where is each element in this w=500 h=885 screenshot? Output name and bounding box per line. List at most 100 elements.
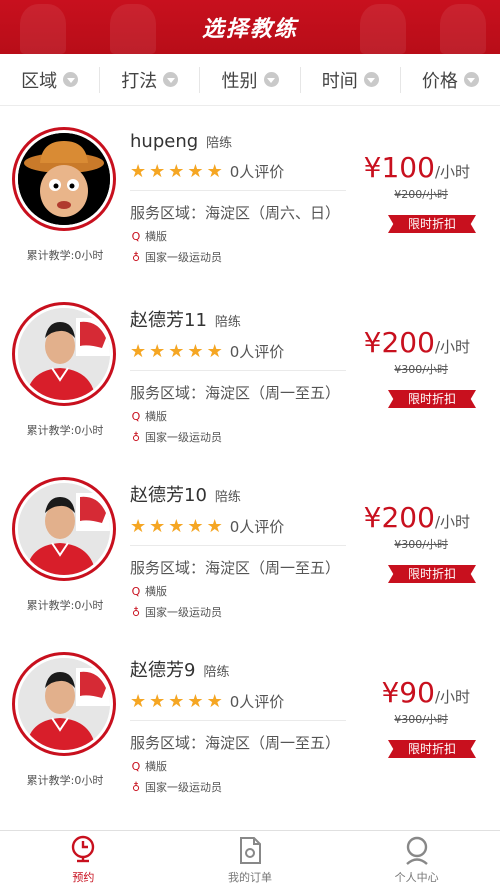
coach-name: 赵德芳11 bbox=[130, 310, 207, 331]
star-icon: ★ bbox=[130, 160, 147, 182]
star-icon: ★ bbox=[206, 340, 223, 362]
filter-area[interactable]: 区域 bbox=[0, 66, 101, 93]
filter-play-style[interactable]: 打法 bbox=[100, 66, 201, 93]
total-teaching-hours: 累计教学:0小时 bbox=[26, 599, 104, 612]
level-row: ♁ 国家一级运动员 bbox=[130, 779, 346, 795]
tab-label: 我的订单 bbox=[228, 871, 272, 884]
star-icon: ★ bbox=[149, 690, 166, 712]
filter-time[interactable]: 时间 bbox=[301, 66, 401, 93]
filter-label: 时间 bbox=[321, 70, 358, 92]
medal-icon: ♁ bbox=[131, 250, 141, 264]
discount-badge: 限时折扣 bbox=[388, 565, 476, 583]
filter-label: 区域 bbox=[21, 70, 58, 92]
service-area: 服务区域：海淀区（周六、日） bbox=[130, 204, 341, 222]
app-header: 选择教练 bbox=[0, 0, 500, 54]
service-area: 服务区域：海淀区（周一至五） bbox=[130, 734, 341, 752]
play-style: 横版 bbox=[145, 410, 167, 423]
athlete-level: 国家一级运动员 bbox=[145, 431, 222, 444]
price-block: ¥200/小时 ¥300/小时 限时折扣 bbox=[350, 501, 476, 583]
medal-icon: ♁ bbox=[131, 430, 141, 444]
avatar[interactable] bbox=[12, 127, 116, 231]
star-icon: ★ bbox=[187, 690, 204, 712]
star-icon: ★ bbox=[168, 515, 185, 537]
avatar[interactable] bbox=[12, 652, 116, 756]
filter-gender[interactable]: 性别 bbox=[200, 66, 301, 93]
avatar[interactable] bbox=[12, 477, 116, 581]
star-icon: ★ bbox=[149, 340, 166, 362]
review-count: 0人评价 bbox=[229, 343, 285, 361]
original-price: ¥300/小时 bbox=[394, 713, 448, 726]
racket-icon: Q bbox=[131, 759, 141, 773]
chevron-down-icon bbox=[363, 72, 379, 87]
price-unit: /小时 bbox=[434, 513, 470, 531]
filter-price[interactable]: 价格 bbox=[401, 67, 500, 93]
filter-bar: 区域 打法 性别 时间 价格 bbox=[0, 54, 500, 106]
star-icon: ★ bbox=[206, 160, 223, 182]
coach-photo-image bbox=[18, 483, 110, 575]
chevron-down-icon bbox=[63, 72, 79, 87]
rating-row: ★ ★ ★ ★ ★ 0人评价 bbox=[130, 516, 346, 546]
racket-icon: Q bbox=[131, 409, 141, 423]
level-row: ♁ 国家一级运动员 bbox=[130, 249, 346, 265]
coach-card[interactable]: 累计教学:0小时 赵德芳9 陪练 ★ ★ ★ ★ ★ 0人评价 服务区域：海淀区（周一至… bbox=[0, 632, 500, 807]
bottom-tabbar: 预约 我的订单 个人中心 bbox=[0, 830, 500, 885]
star-icon: ★ bbox=[187, 160, 204, 182]
tab-profile[interactable]: 个人中心 bbox=[333, 831, 500, 885]
chevron-down-icon bbox=[163, 72, 179, 87]
avatar-image bbox=[18, 308, 110, 400]
star-icon: ★ bbox=[168, 340, 185, 362]
original-price: ¥200/小时 bbox=[394, 188, 448, 201]
price-unit: /小时 bbox=[434, 338, 470, 356]
price-value: ¥200 bbox=[363, 326, 435, 359]
play-style: 横版 bbox=[145, 760, 167, 773]
rating-row: ★ ★ ★ ★ ★ 0人评价 bbox=[130, 341, 346, 371]
service-area: 服务区域：海淀区（周一至五） bbox=[130, 384, 341, 402]
star-icon: ★ bbox=[168, 690, 185, 712]
star-icon: ★ bbox=[149, 160, 166, 182]
price-block: ¥90/小时 ¥300/小时 限时折扣 bbox=[350, 676, 476, 758]
coach-name: hupeng bbox=[130, 131, 199, 152]
coach-info: 赵德芳9 陪练 ★ ★ ★ ★ ★ 0人评价 服务区域：海淀区（周一至五） Q 横版 ♁… bbox=[130, 656, 346, 795]
tab-booking[interactable]: 预约 bbox=[0, 831, 167, 885]
service-area: 服务区域：海淀区（周一至五） bbox=[130, 559, 341, 577]
price-unit: /小时 bbox=[434, 688, 470, 706]
price-value: ¥200 bbox=[363, 501, 435, 534]
tab-my-orders[interactable]: 我的订单 bbox=[167, 831, 334, 885]
athlete-level: 国家一级运动员 bbox=[145, 781, 222, 794]
racket-icon: Q bbox=[131, 229, 141, 243]
coach-info: 赵德芳10 陪练 ★ ★ ★ ★ ★ 0人评价 服务区域：海淀区（周一至五） Q 横版 … bbox=[130, 481, 346, 620]
coach-name: 赵德芳9 bbox=[130, 660, 196, 681]
medal-icon: ♁ bbox=[131, 605, 141, 619]
star-icon: ★ bbox=[187, 515, 204, 537]
coach-card[interactable]: 累计教学:0小时 赵德芳11 陪练 ★ ★ ★ ★ ★ 0人评价 服务区域：海淀区（周一… bbox=[0, 282, 500, 457]
avatar-image bbox=[18, 133, 110, 225]
cartoon-avatar-image bbox=[18, 133, 110, 225]
athlete-level: 国家一级运动员 bbox=[145, 251, 222, 264]
level-row: ♁ 国家一级运动员 bbox=[130, 429, 346, 445]
filter-label: 性别 bbox=[221, 70, 258, 92]
coach-card[interactable]: 累计教学:0小时 hupeng 陪练 ★ ★ ★ ★ ★ 0人评价 服务区域：海淀区（周… bbox=[0, 107, 500, 282]
coach-type-tag: 陪练 bbox=[214, 490, 241, 505]
star-icon: ★ bbox=[130, 690, 147, 712]
total-teaching-hours: 累计教学:0小时 bbox=[26, 424, 104, 437]
header-bg-figure bbox=[440, 4, 486, 54]
total-teaching-hours: 累计教学:0小时 bbox=[26, 249, 104, 262]
coach-info: hupeng 陪练 ★ ★ ★ ★ ★ 0人评价 服务区域：海淀区（周六、日） Q 横版… bbox=[130, 131, 346, 265]
coach-list: 累计教学:0小时 hupeng 陪练 ★ ★ ★ ★ ★ 0人评价 服务区域：海淀区（周… bbox=[0, 107, 500, 807]
tab-label: 预约 bbox=[72, 871, 95, 884]
star-icon: ★ bbox=[168, 160, 185, 182]
review-count: 0人评价 bbox=[229, 163, 285, 181]
avatar-image bbox=[18, 483, 110, 575]
review-count: 0人评价 bbox=[229, 693, 285, 711]
review-count: 0人评价 bbox=[229, 518, 285, 536]
coach-type-tag: 陪练 bbox=[203, 665, 230, 680]
level-row: ♁ 国家一级运动员 bbox=[130, 604, 346, 620]
coach-photo-image bbox=[18, 308, 110, 400]
rating-row: ★ ★ ★ ★ ★ 0人评价 bbox=[130, 691, 346, 721]
avatar[interactable] bbox=[12, 302, 116, 406]
coach-card[interactable]: 累计教学:0小时 赵德芳10 陪练 ★ ★ ★ ★ ★ 0人评价 服务区域：海淀区（周一… bbox=[0, 457, 500, 632]
price-value: ¥90 bbox=[381, 676, 435, 709]
athlete-level: 国家一级运动员 bbox=[145, 606, 222, 619]
coach-type-tag: 陪练 bbox=[206, 136, 233, 151]
original-price: ¥300/小时 bbox=[394, 363, 448, 376]
